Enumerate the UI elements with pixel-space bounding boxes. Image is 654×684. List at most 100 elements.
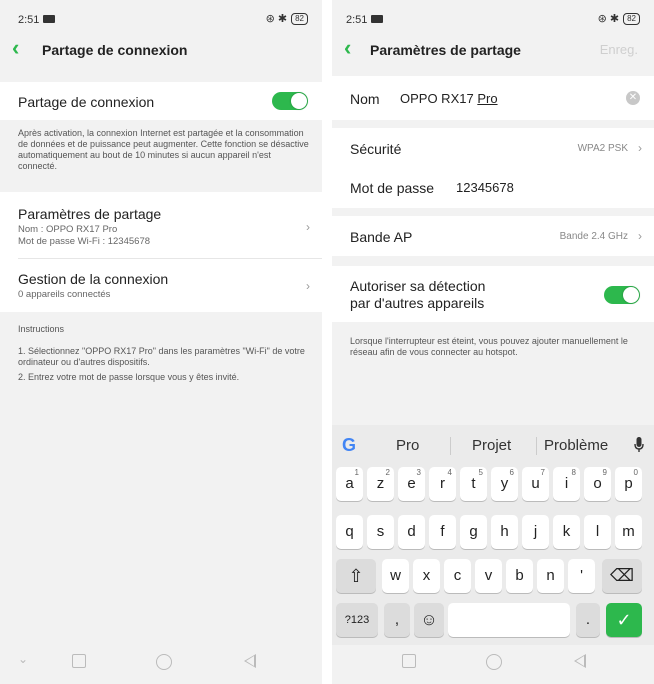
key-u[interactable]: u7: [522, 467, 549, 501]
chevron-right-icon: ›: [306, 220, 310, 234]
password-label: Mot de passe: [350, 180, 435, 196]
suggestion-bar: G Pro Projet Problème: [332, 425, 654, 465]
password-item[interactable]: Mot de passe 12345678: [332, 168, 654, 208]
comma-key[interactable]: ,: [384, 603, 410, 637]
key-e[interactable]: e3: [398, 467, 425, 501]
enter-key[interactable]: ✓: [606, 603, 642, 637]
photo-notification-icon: [371, 15, 384, 23]
page-title: Partage de connexion: [42, 42, 188, 58]
title-bar: ‹ Partage de connexion: [0, 32, 322, 68]
emoji-key[interactable]: ☺: [414, 603, 444, 637]
key-p[interactable]: p0: [615, 467, 642, 501]
back-arrow-icon[interactable]: ‹: [344, 37, 364, 59]
name-input[interactable]: OPPO RX17 Pro: [400, 91, 498, 106]
hotspot-toggle[interactable]: [272, 92, 308, 110]
key-a[interactable]: a1: [336, 467, 363, 501]
clear-icon[interactable]: ✕: [626, 91, 640, 105]
discoverable-row[interactable]: Autoriser sa détection par d'autres appa…: [332, 266, 654, 322]
instructions-step-2: 2. Entrez votre mot de passe lorsque vou…: [18, 372, 240, 382]
key-t[interactable]: t5: [460, 467, 487, 501]
back-icon[interactable]: [244, 654, 256, 668]
battery-icon: 82: [623, 12, 640, 25]
recent-apps-icon[interactable]: [402, 654, 416, 668]
battery-icon: 82: [291, 12, 308, 25]
key-b[interactable]: b: [506, 559, 533, 593]
key-apostrophe[interactable]: ': [568, 559, 595, 593]
chevron-down-icon[interactable]: ⌄: [18, 652, 28, 666]
security-card: Sécurité WPA2 PSK › Mot de passe 1234567…: [332, 128, 654, 208]
sharing-settings-item[interactable]: Paramètres de partage Nom : OPPO RX17 Pr…: [0, 192, 322, 258]
hotspot-note: Après activation, la connexion Internet …: [18, 128, 309, 171]
key-m[interactable]: m: [615, 515, 642, 549]
key-z[interactable]: z2: [367, 467, 394, 501]
back-icon[interactable]: [574, 654, 586, 668]
suggestion-2[interactable]: Projet: [472, 437, 511, 454]
key-v[interactable]: v: [475, 559, 502, 593]
key-j[interactable]: j: [522, 515, 549, 549]
key-k[interactable]: k: [553, 515, 580, 549]
key-c[interactable]: c: [444, 559, 471, 593]
suggestion-3[interactable]: Problème: [544, 437, 608, 454]
key-w[interactable]: w: [382, 559, 409, 593]
sharing-settings-name: Nom : OPPO RX17 Pro: [18, 224, 118, 235]
page-title: Paramètres de partage: [370, 42, 521, 58]
chevron-right-icon: ›: [638, 141, 642, 155]
microphone-icon[interactable]: [634, 437, 644, 456]
key-o[interactable]: o9: [584, 467, 611, 501]
home-icon[interactable]: [156, 654, 172, 670]
key-g[interactable]: g: [460, 515, 487, 549]
back-arrow-icon[interactable]: ‹: [12, 37, 32, 59]
security-value: WPA2 PSK: [577, 143, 628, 154]
key-q[interactable]: q: [336, 515, 363, 549]
hotspot-toggle-row[interactable]: Partage de connexion: [0, 82, 322, 120]
shift-key[interactable]: ⇧: [336, 559, 376, 593]
recent-apps-icon[interactable]: [72, 654, 86, 668]
hotspot-screen: 2:51 ⊛ ✱ 82 ‹ Partage de connexion Parta…: [0, 0, 322, 684]
password-input[interactable]: 12345678: [456, 180, 514, 195]
navigation-bar: ⌄: [0, 640, 322, 684]
key-y[interactable]: y6: [491, 467, 518, 501]
discoverable-note: Lorsque l'interrupteur est éteint, vous …: [350, 336, 628, 357]
save-button[interactable]: Enreg.: [600, 42, 638, 57]
key-d[interactable]: d: [398, 515, 425, 549]
sharing-settings-screen: 2:51 ⊛ ✱ 82 ‹ Paramètres de partage Enre…: [332, 0, 654, 684]
period-key[interactable]: .: [576, 603, 600, 637]
sharing-settings-password: Mot de passe Wi-Fi : 12345678: [18, 236, 151, 247]
status-icons: ⊛ ✱: [265, 13, 288, 25]
key-s[interactable]: s: [367, 515, 394, 549]
separator: [450, 437, 451, 455]
key-l[interactable]: l: [584, 515, 611, 549]
sharing-settings-label: Paramètres de partage: [18, 206, 162, 222]
ap-band-value: Bande 2.4 GHz: [559, 231, 628, 242]
connection-management-label: Gestion de la connexion: [18, 271, 169, 287]
connected-devices-count: 0 appareils connectés: [18, 289, 111, 300]
connection-management-item[interactable]: Gestion de la connexion 0 appareils conn…: [0, 259, 322, 312]
key-h[interactable]: h: [491, 515, 518, 549]
key-i[interactable]: i8: [553, 467, 580, 501]
home-icon[interactable]: [486, 654, 502, 670]
ap-band-item[interactable]: Bande AP Bande 2.4 GHz ›: [332, 216, 654, 256]
chevron-right-icon: ›: [306, 279, 310, 293]
instructions-heading: Instructions: [18, 324, 65, 334]
status-bar: 2:51 ⊛ ✱ 82: [332, 0, 654, 28]
key-x[interactable]: x: [413, 559, 440, 593]
navigation-bar: [332, 640, 654, 684]
name-row[interactable]: Nom OPPO RX17 Pro ✕: [332, 76, 654, 120]
chevron-right-icon: ›: [638, 229, 642, 243]
symbols-key[interactable]: ?123: [336, 603, 378, 637]
discoverable-toggle[interactable]: [604, 286, 640, 304]
status-bar: 2:51 ⊛ ✱ 82: [0, 0, 322, 28]
instructions-step-1: 1. Sélectionnez "OPPO RX17 Pro" dans les…: [18, 346, 305, 367]
backspace-key[interactable]: ⌫: [602, 559, 642, 593]
key-f[interactable]: f: [429, 515, 456, 549]
security-item[interactable]: Sécurité WPA2 PSK ›: [332, 128, 654, 168]
suggestion-1[interactable]: Pro: [396, 437, 419, 454]
status-time: 2:51: [346, 14, 368, 26]
status-icons: ⊛ ✱: [597, 13, 620, 25]
google-icon[interactable]: G: [342, 435, 356, 456]
ap-band-label: Bande AP: [350, 229, 413, 245]
key-r[interactable]: r4: [429, 467, 456, 501]
space-key[interactable]: [448, 603, 570, 637]
name-value: OPPO RX17: [400, 91, 478, 106]
key-n[interactable]: n: [537, 559, 564, 593]
